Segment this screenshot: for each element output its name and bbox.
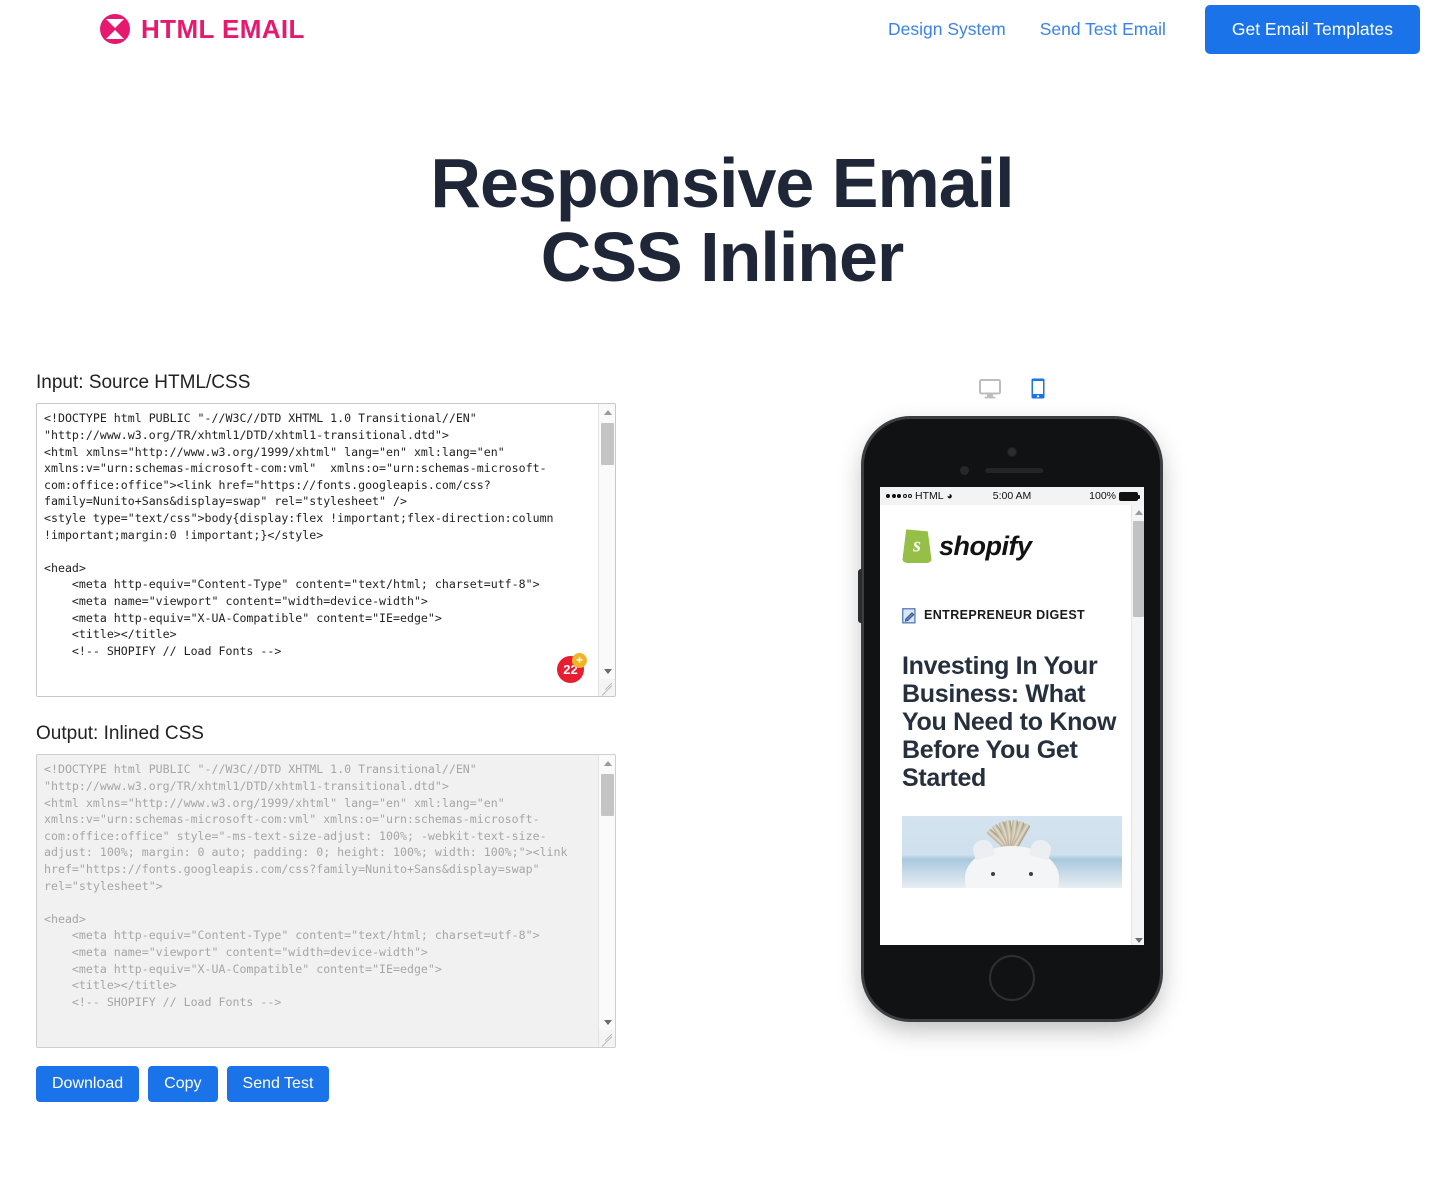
wifi-icon: ◕ <box>946 490 953 502</box>
email-preview-scrollbar[interactable] <box>1131 505 1144 946</box>
output-label: Output: Inlined CSS <box>36 723 204 745</box>
battery-icon <box>1119 491 1140 501</box>
nav-link-send-test-email[interactable]: Send Test Email <box>1023 19 1183 40</box>
brand-name: HTML EMAIL <box>141 13 305 44</box>
shopify-logo: shopify <box>902 529 1122 564</box>
page-title-line-2: CSS Inliner <box>540 218 904 297</box>
phone-speaker-icon <box>985 468 1044 474</box>
battery-percent: 100% <box>1089 490 1116 503</box>
battery-indicator: 100% <box>1089 490 1140 503</box>
shopify-wordmark: shopify <box>939 530 1032 561</box>
signal-strength-icon <box>886 494 912 499</box>
scroll-down-arrow-icon[interactable] <box>599 663 615 679</box>
get-email-templates-button[interactable]: Get Email Templates <box>1204 4 1420 54</box>
output-code-text[interactable]: <!DOCTYPE html PUBLIC "-//W3C//DTD XHTML… <box>44 761 591 1043</box>
email-hero-image <box>902 816 1122 889</box>
hero-section: Responsive Email CSS Inliner <box>0 58 1444 294</box>
phone-camera-icon <box>1008 448 1016 457</box>
scrollbar-thumb[interactable] <box>601 774 614 817</box>
nav-link-design-system[interactable]: Design System <box>871 19 1023 40</box>
resize-grip-icon[interactable] <box>599 1030 615 1048</box>
scroll-down-arrow-icon[interactable] <box>1132 933 1144 945</box>
output-scrollbar[interactable] <box>598 755 615 1048</box>
editor-column: Input: Source HTML/CSS <!DOCTYPE html PU… <box>36 372 616 1103</box>
site-header: HTML EMAIL Design System Send Test Email… <box>0 0 1444 58</box>
resize-grip-icon[interactable] <box>599 679 615 697</box>
download-button[interactable]: Download <box>36 1066 140 1103</box>
phone-home-button[interactable] <box>989 955 1035 1002</box>
scrollbar-thumb[interactable] <box>1133 521 1144 618</box>
main-nav: Design System Send Test Email Get Email … <box>871 4 1420 54</box>
send-test-button[interactable]: Send Test <box>226 1066 330 1103</box>
desktop-view-button[interactable] <box>979 378 1001 399</box>
email-preview: shopify ENTREPRENEUR DIGEST Investing In… <box>880 505 1144 946</box>
input-code-text[interactable]: <!DOCTYPE html PUBLIC "-//W3C//DTD XHTML… <box>44 410 591 692</box>
brand-logo[interactable]: HTML EMAIL <box>100 14 305 45</box>
scroll-up-arrow-icon[interactable] <box>599 404 615 420</box>
piggy-bank-graphic <box>965 837 1059 889</box>
page-title: Responsive Email CSS Inliner <box>0 146 1444 294</box>
scroll-down-arrow-icon[interactable] <box>599 1014 615 1030</box>
page-title-line-1: Responsive Email <box>430 144 1014 222</box>
scrollbar-thumb[interactable] <box>601 423 614 466</box>
preview-column: HTML ◕ 5:00 AM 100% shopify <box>616 372 1408 1020</box>
input-label: Input: Source HTML/CSS <box>36 372 251 394</box>
desktop-icon <box>979 378 1001 399</box>
html-email-logo-icon <box>100 14 130 44</box>
action-buttons: Download Copy Send Test <box>36 1066 616 1103</box>
shopify-bag-icon <box>902 529 932 564</box>
input-scrollbar[interactable] <box>598 404 615 697</box>
grammarly-badge[interactable]: 22 + <box>557 653 587 684</box>
email-kicker: ENTREPRENEUR DIGEST <box>902 607 1122 624</box>
status-clock: 5:00 AM <box>992 490 1032 503</box>
scroll-up-arrow-icon[interactable] <box>1132 505 1144 519</box>
email-kicker-text: ENTREPRENEUR DIGEST <box>924 608 1086 623</box>
output-block: Output: Inlined CSS <!DOCTYPE html PUBLI… <box>36 723 616 1049</box>
mobile-view-button[interactable] <box>1031 378 1045 399</box>
device-toggle <box>979 378 1045 399</box>
phone-sensor-icon <box>960 466 969 476</box>
mobile-icon <box>1031 378 1045 399</box>
output-textarea[interactable]: <!DOCTYPE html PUBLIC "-//W3C//DTD XHTML… <box>36 754 616 1049</box>
edit-document-icon <box>902 608 916 624</box>
carrier-name: HTML <box>915 490 944 503</box>
copy-button[interactable]: Copy <box>148 1066 218 1103</box>
phone-screen: HTML ◕ 5:00 AM 100% shopify <box>880 487 1144 946</box>
scroll-up-arrow-icon[interactable] <box>599 755 615 771</box>
phone-status-bar: HTML ◕ 5:00 AM 100% <box>880 487 1144 506</box>
grammarly-plus-icon[interactable]: + <box>572 653 587 669</box>
input-textarea[interactable]: <!DOCTYPE html PUBLIC "-//W3C//DTD XHTML… <box>36 403 616 698</box>
phone-mockup: HTML ◕ 5:00 AM 100% shopify <box>858 419 1160 1020</box>
input-block: Input: Source HTML/CSS <!DOCTYPE html PU… <box>36 372 616 698</box>
email-body: shopify ENTREPRENEUR DIGEST Investing In… <box>880 505 1144 889</box>
email-headline: Investing In Your Business: What You Nee… <box>902 652 1117 793</box>
main-content: Input: Source HTML/CSS <!DOCTYPE html PU… <box>0 372 1444 1103</box>
